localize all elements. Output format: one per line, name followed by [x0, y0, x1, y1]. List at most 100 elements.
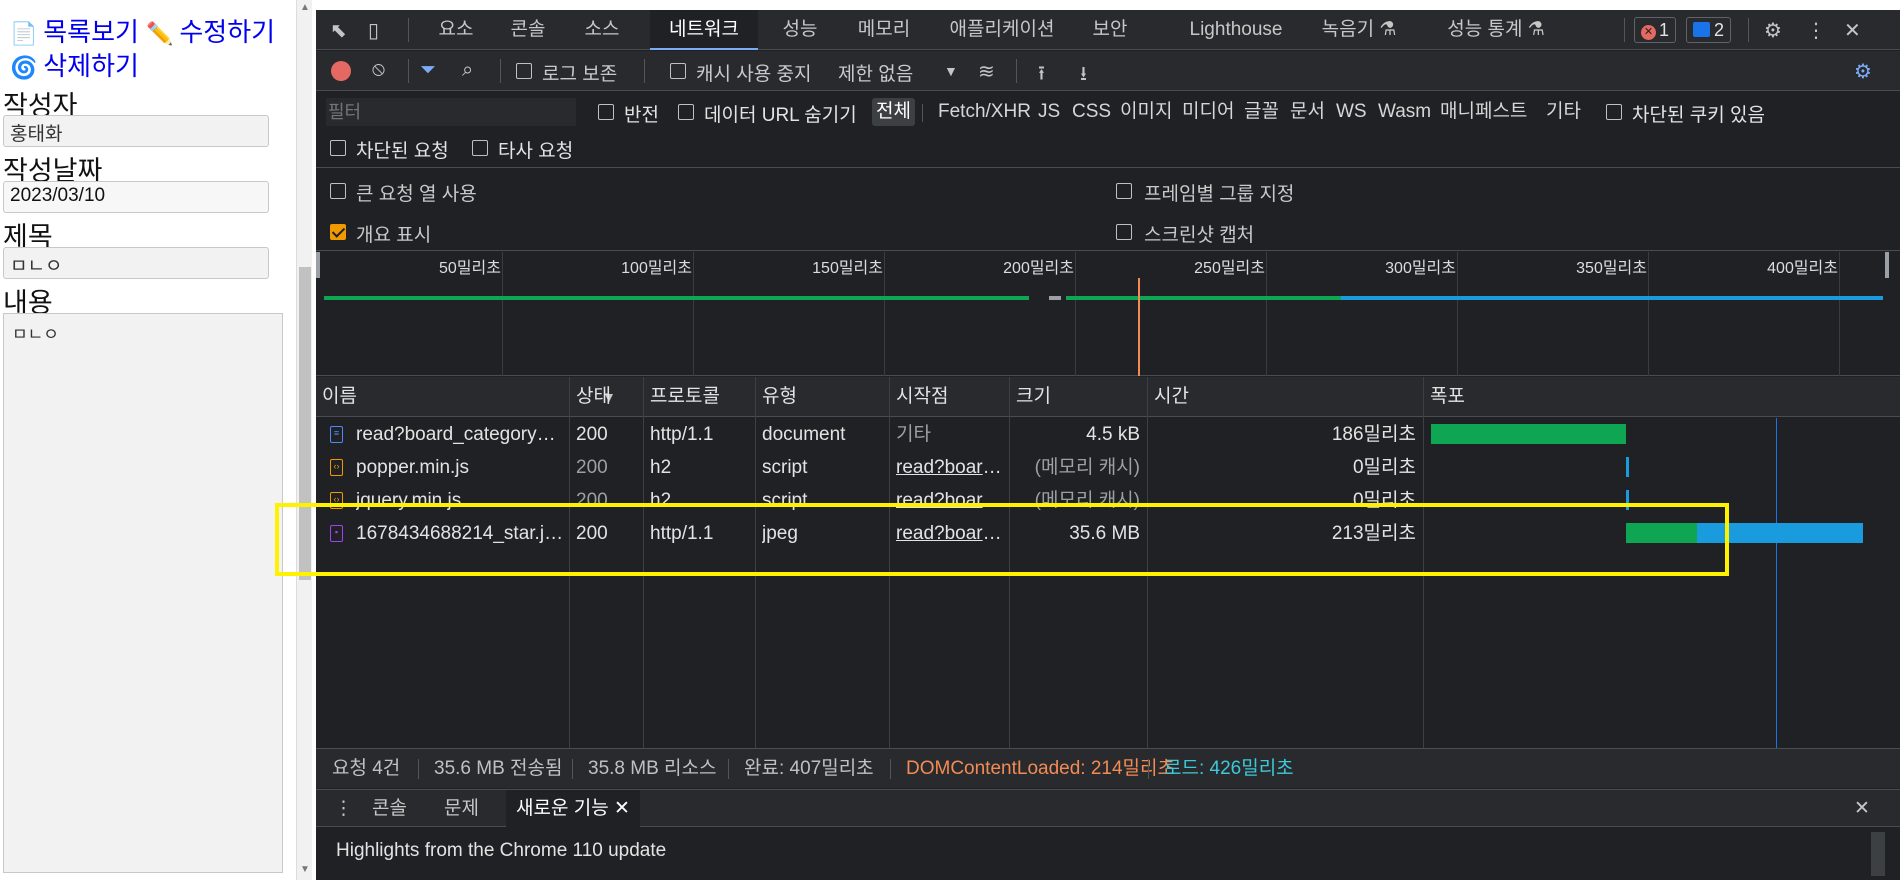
- tab-network[interactable]: 네트워크: [650, 10, 758, 50]
- more-options-icon[interactable]: ⋮: [1806, 18, 1826, 43]
- request-row[interactable]: ≡ read?board_category=5&con... 200 http/1.1…: [316, 418, 1900, 451]
- settings-gear-icon[interactable]: ⚙: [1764, 18, 1782, 43]
- waterfall-waiting-bar[interactable]: [1431, 424, 1490, 444]
- column-type[interactable]: 유형: [756, 377, 888, 417]
- filter-type-manifest[interactable]: 매니페스트: [1436, 98, 1531, 126]
- network-settings-pane: 큰 요청 열 사용 프레임별 그룹 지정 개요 표시 스크린샷 캡처: [316, 169, 1900, 251]
- export-har-icon[interactable]: ⭳: [1080, 59, 1087, 93]
- filter-icon[interactable]: ⏷: [420, 59, 436, 82]
- tab-lighthouse[interactable]: Lighthouse: [1180, 10, 1292, 50]
- column-waterfall[interactable]: 폭포: [1424, 377, 1614, 417]
- column-time[interactable]: 시간: [1148, 377, 1422, 417]
- tab-recorder[interactable]: 녹음기 ⚗: [1304, 10, 1414, 50]
- big-request-rows-checkbox[interactable]: [330, 183, 346, 199]
- blocked-requests-checkbox[interactable]: [330, 140, 346, 156]
- edit-link[interactable]: ✏️ 수정하기: [146, 17, 275, 47]
- close-tab-icon[interactable]: ✕: [614, 798, 630, 819]
- filter-input[interactable]: [326, 98, 576, 126]
- drawer-tabbar: ⋮ 콘솔 문제 새로운 기능 ✕ ✕: [316, 789, 1900, 827]
- filter-type-font[interactable]: 글꼴: [1240, 98, 1283, 126]
- tab-elements[interactable]: 요소: [424, 10, 488, 50]
- overview-tick: 300밀리초: [1385, 260, 1456, 277]
- date-field[interactable]: 2023/03/10: [3, 181, 269, 213]
- drawer-menu-icon[interactable]: ⋮: [334, 790, 353, 827]
- filter-type-wasm[interactable]: Wasm: [1374, 98, 1435, 126]
- tab-memory[interactable]: 메모리: [844, 10, 924, 50]
- request-name[interactable]: read?board_category=5&con...: [356, 418, 564, 451]
- network-settings-gear-icon[interactable]: ⚙: [1854, 59, 1872, 84]
- tab-performance-insights[interactable]: 성능 통계 ⚗: [1428, 10, 1564, 50]
- filter-type-other[interactable]: 기타: [1542, 98, 1585, 126]
- scroll-up-arrow-icon[interactable]: ▲: [300, 2, 310, 13]
- divider: [418, 759, 419, 779]
- request-initiator[interactable]: read?board_c...: [896, 451, 1004, 484]
- whats-new-headline[interactable]: Highlights from the Chrome 110 update: [336, 840, 666, 862]
- overview-left-handle[interactable]: [316, 252, 320, 278]
- tab-sources[interactable]: 소스: [570, 10, 634, 50]
- chevron-down-icon[interactable]: ▼: [944, 63, 958, 79]
- close-drawer-icon[interactable]: ✕: [1854, 790, 1870, 827]
- filter-type-doc[interactable]: 문서: [1286, 98, 1329, 126]
- throttling-select[interactable]: 제한 없음: [838, 59, 913, 86]
- tab-performance[interactable]: 성능: [768, 10, 832, 50]
- request-row[interactable]: ‹› popper.min.js 200 h2 script read?board_c..…: [316, 451, 1900, 484]
- third-party-checkbox[interactable]: [472, 140, 488, 156]
- filter-type-media[interactable]: 미디어: [1178, 98, 1238, 126]
- title-field[interactable]: ㅁㄴㅇ: [3, 247, 269, 279]
- network-conditions-icon[interactable]: ≋: [978, 59, 995, 84]
- filter-type-ws[interactable]: WS: [1332, 98, 1371, 126]
- list-link-label[interactable]: 목록보기: [43, 17, 139, 47]
- inspect-element-icon[interactable]: ⬉: [330, 18, 347, 43]
- blocked-cookies-checkbox[interactable]: [1606, 104, 1622, 120]
- content-field[interactable]: ㅁㄴㅇ: [3, 313, 283, 873]
- show-overview-checkbox[interactable]: [330, 224, 346, 240]
- group-by-frame-checkbox[interactable]: [1116, 183, 1132, 199]
- page-scrollbar[interactable]: ▲ ▼: [296, 0, 312, 880]
- edit-link-label[interactable]: 수정하기: [179, 17, 275, 47]
- clear-icon[interactable]: ⦸: [372, 58, 385, 81]
- tab-security[interactable]: 보안: [1078, 10, 1142, 50]
- capture-screenshots-checkbox[interactable]: [1116, 224, 1132, 240]
- message-count-badge[interactable]: 2: [1686, 17, 1732, 43]
- close-devtools-icon[interactable]: ✕: [1844, 18, 1861, 43]
- drawer-tab-console[interactable]: 콘솔: [372, 790, 407, 827]
- overview-dcl-marker: [1138, 278, 1140, 376]
- error-count-badge[interactable]: ✕ 1: [1634, 17, 1677, 43]
- dom-content-loaded-time: DOMContentLoaded: 214밀리초: [906, 758, 1175, 779]
- filter-type-image[interactable]: 이미지: [1116, 98, 1176, 126]
- drawer-scrollbar[interactable]: [1871, 832, 1885, 876]
- filter-type-fetch-xhr[interactable]: Fetch/XHR: [934, 98, 1035, 126]
- waterfall-download-bar[interactable]: [1489, 424, 1626, 444]
- filter-type-css[interactable]: CSS: [1068, 98, 1115, 126]
- author-field[interactable]: 홍태화: [3, 115, 269, 147]
- preserve-log-checkbox[interactable]: [516, 63, 532, 79]
- delete-link[interactable]: 🌀 삭제하기: [10, 51, 139, 81]
- network-overview-timeline[interactable]: 50밀리초 100밀리초 150밀리초 200밀리초 250밀리초 300밀리초…: [316, 252, 1900, 376]
- delete-link-label[interactable]: 삭제하기: [43, 51, 139, 81]
- column-name[interactable]: 이름: [316, 377, 568, 417]
- disable-cache-checkbox[interactable]: [670, 63, 686, 79]
- drawer-tab-issues[interactable]: 문제: [444, 790, 479, 827]
- invert-checkbox[interactable]: [598, 104, 614, 120]
- column-size[interactable]: 크기: [1010, 377, 1146, 417]
- import-har-icon[interactable]: ⭱: [1038, 59, 1045, 93]
- record-button[interactable]: [331, 61, 351, 81]
- drawer-tab-whats-new[interactable]: 새로운 기능 ✕: [506, 790, 640, 827]
- scroll-down-arrow-icon[interactable]: ▼: [300, 864, 310, 875]
- request-name[interactable]: popper.min.js: [356, 451, 564, 484]
- drawer-tab-whats-new-label: 새로운 기능: [516, 798, 609, 819]
- column-status[interactable]: 상태: [570, 377, 642, 417]
- overview-right-handle[interactable]: [1885, 252, 1889, 278]
- search-icon[interactable]: ⌕: [462, 59, 473, 82]
- list-link[interactable]: 📄 목록보기: [10, 17, 139, 47]
- overview-grid-line: [693, 252, 694, 376]
- filter-type-all[interactable]: 전체: [872, 98, 915, 126]
- device-toolbar-icon[interactable]: ▯: [368, 18, 379, 43]
- tab-application[interactable]: 애플리케이션: [934, 10, 1070, 50]
- waterfall-cache-bar[interactable]: [1625, 457, 1629, 477]
- column-initiator[interactable]: 시작점: [890, 377, 1008, 417]
- filter-type-js[interactable]: JS: [1034, 98, 1064, 126]
- tab-console[interactable]: 콘솔: [496, 10, 560, 50]
- column-protocol[interactable]: 프로토콜: [644, 377, 754, 417]
- hide-data-urls-checkbox[interactable]: [678, 104, 694, 120]
